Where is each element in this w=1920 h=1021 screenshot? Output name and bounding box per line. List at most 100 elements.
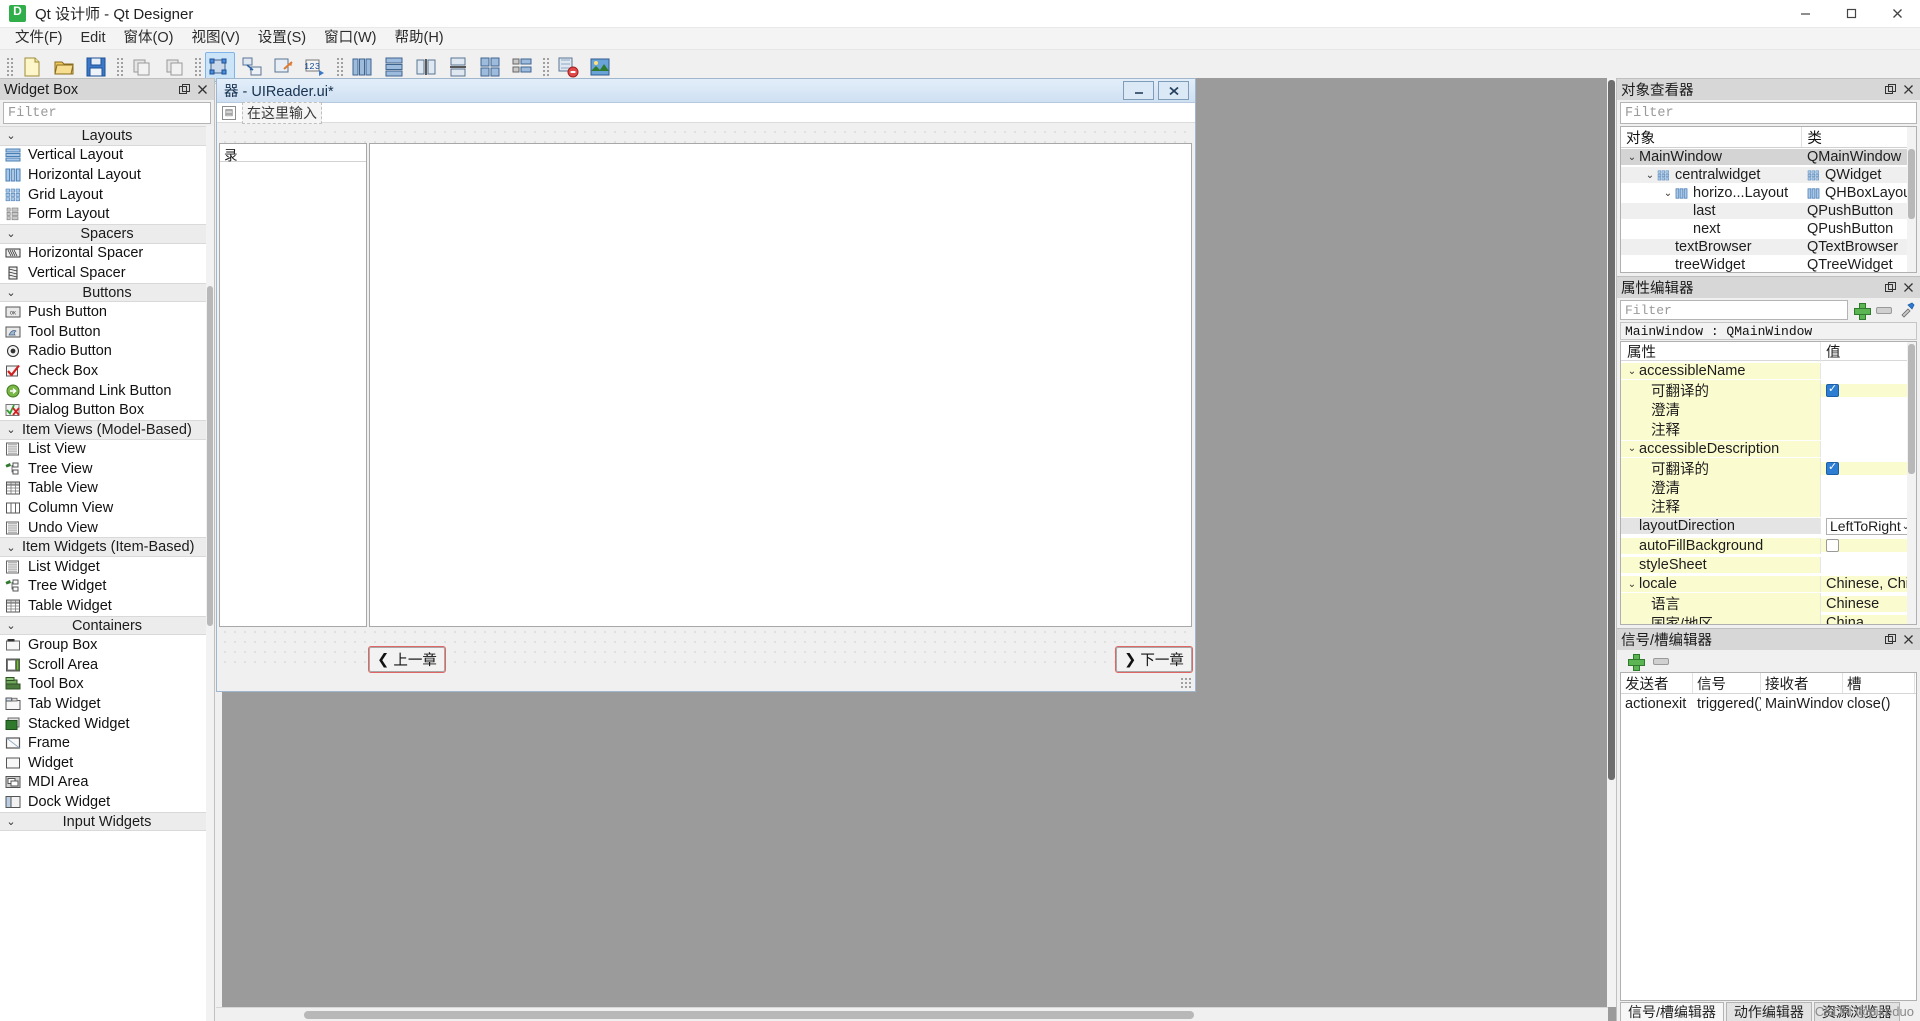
object-inspector-filter-input[interactable]: Filter (1620, 102, 1917, 124)
next-chapter-button[interactable]: ❯ 下一章 (1115, 646, 1193, 673)
remove-icon[interactable] (1874, 300, 1894, 320)
close-icon[interactable] (1900, 280, 1916, 296)
property-row[interactable]: styleSheet (1621, 555, 1916, 574)
layout-horizontally-icon[interactable] (347, 52, 377, 82)
widget-box-group-header[interactable]: ⌄ Spacers (0, 223, 214, 244)
float-icon[interactable] (1882, 280, 1898, 296)
widget-box-item[interactable]: Tab Widget (0, 694, 214, 714)
widget-box-filter-input[interactable]: Filter (3, 102, 211, 124)
bottom-tab[interactable]: 信号/槽编辑器 (1620, 1002, 1724, 1021)
property-checkbox[interactable] (1826, 383, 1839, 397)
add-icon[interactable] (1851, 300, 1871, 320)
widget-box-item[interactable]: Tree Widget (0, 576, 214, 597)
widget-box-item[interactable]: Tool Box (0, 674, 214, 695)
widget-box-group-header[interactable]: ⌄ Input Widgets (0, 811, 214, 832)
object-inspector-tree[interactable]: 对象类 ⌄ MainWindow QMainWindow ⌄ centralwidget… (1620, 126, 1917, 273)
property-row[interactable]: 注释 (1621, 418, 1916, 440)
float-icon[interactable] (1882, 82, 1898, 98)
menu-item-6[interactable]: 窗口(W) (315, 28, 385, 49)
bottom-tab[interactable]: 动作编辑器 (1725, 1002, 1812, 1021)
widget-box-item[interactable]: List Widget (0, 557, 214, 577)
object-inspector-scrollbar[interactable] (1907, 127, 1916, 272)
object-inspector-row[interactable]: textBrowser QTextBrowser (1621, 238, 1916, 256)
property-row[interactable]: 国家/地区 China (1621, 612, 1916, 624)
form-menu-bar[interactable]: ▤ 在这里输入 (217, 101, 1195, 124)
widget-box-item[interactable]: Widget (0, 753, 214, 773)
property-checkbox[interactable] (1826, 539, 1839, 553)
object-inspector-row[interactable]: ⌄ MainWindow QMainWindow (1621, 148, 1916, 166)
widget-box-item[interactable]: Table Widget (0, 596, 214, 616)
menu-item-7[interactable]: 帮助(H) (385, 28, 452, 49)
float-icon[interactable] (176, 82, 192, 98)
property-row[interactable]: ⌄ locale Chinese, China (1621, 575, 1916, 594)
tree-widget-preview[interactable]: 录 (219, 143, 367, 627)
form-resize-grip[interactable] (1180, 677, 1192, 689)
menu-item-3[interactable]: 窗体(O) (115, 28, 183, 49)
object-inspector-column-header[interactable]: 对象 (1621, 127, 1803, 147)
property-row[interactable]: 澄清 (1621, 399, 1916, 421)
widget-box-item[interactable]: Vertical Layout (0, 145, 214, 166)
menu-item-4[interactable]: 视图(V) (182, 28, 248, 49)
widget-box-item[interactable]: Radio Button (0, 341, 214, 362)
object-inspector-column-header[interactable]: 类 (1802, 127, 1916, 147)
toolbar-grip[interactable] (5, 55, 13, 78)
open-form-icon[interactable] (49, 52, 79, 82)
undo-icon[interactable] (127, 52, 157, 82)
widget-box-item[interactable]: MDI Area (0, 772, 214, 793)
widget-box-item[interactable]: Tool Button (0, 321, 214, 342)
adjust-size-icon[interactable] (585, 52, 615, 82)
widget-box-list[interactable]: ⌄ Layouts Vertical Layout Horizontal Layout… (0, 126, 214, 1021)
widget-box-item[interactable]: OK Push Button (0, 302, 214, 322)
property-row[interactable]: autoFillBackground (1621, 536, 1916, 555)
property-editor-scrollbar[interactable] (1907, 342, 1916, 624)
toolbar-grip[interactable] (541, 55, 549, 78)
redo-icon[interactable] (159, 52, 189, 82)
layout-form-icon[interactable] (507, 52, 537, 82)
signal-slot-column-header[interactable]: 信号 (1693, 673, 1761, 693)
widget-box-item[interactable]: Undo View (0, 517, 214, 538)
edit-widgets-icon[interactable] (205, 51, 235, 82)
widget-box-item[interactable]: Check Box (0, 361, 214, 381)
widget-box-group-header[interactable]: ⌄ Item Widgets (Item-Based) (0, 537, 214, 558)
widget-box-item[interactable]: Horizontal Layout (0, 165, 214, 185)
widget-box-item[interactable]: Command Link Button (0, 380, 214, 401)
signal-slot-column-header[interactable]: 槽 (1843, 673, 1915, 693)
property-row[interactable]: layoutDirection LeftToRight ⌄ (1621, 517, 1916, 536)
layout-grid-icon[interactable] (475, 52, 505, 82)
widget-box-item[interactable]: Vertical Spacer (0, 263, 214, 283)
configure-icon[interactable] (1897, 300, 1917, 320)
property-editor-table[interactable]: 属性 值 ⌄accessibleName可翻译的澄清注释⌄accessibleD… (1620, 341, 1917, 625)
property-editor-filter-input[interactable]: Filter (1620, 300, 1848, 320)
object-inspector-row[interactable]: ⌄ centralwidget QWidget (1621, 166, 1916, 184)
layout-splitter-horizontal-icon[interactable] (411, 52, 441, 82)
menu-item-5[interactable]: 设置(S) (249, 28, 315, 49)
chevron-down-icon[interactable]: ⌄ (1625, 366, 1639, 377)
edit-tab-order-icon[interactable]: 123 (301, 52, 331, 82)
widget-box-item[interactable]: Dialog Button Box (0, 400, 214, 420)
widget-box-item[interactable]: Frame (0, 733, 214, 753)
toolbar-grip[interactable] (193, 55, 201, 78)
close-icon[interactable] (1900, 632, 1916, 648)
widget-box-item[interactable]: Group Box (0, 635, 214, 656)
widget-box-item[interactable]: Grid Layout (0, 184, 214, 205)
close-icon[interactable] (1900, 82, 1916, 98)
widget-box-item[interactable]: Column View (0, 498, 214, 518)
signal-slot-table[interactable]: 发送者 信号 接收者槽 actionexit triggered() MainWindo… (1620, 672, 1917, 1001)
property-row[interactable]: 可翻译的 (1621, 379, 1916, 401)
chevron-down-icon[interactable]: ⌄ (1625, 443, 1639, 454)
widget-box-item[interactable]: Form Layout (0, 204, 214, 224)
edit-signals-slots-icon[interactable] (237, 52, 267, 82)
chevron-down-icon[interactable]: ⌄ (1661, 188, 1675, 199)
object-inspector-row[interactable]: last QPushButton (1621, 202, 1916, 220)
widget-box-item[interactable]: List View (0, 439, 214, 460)
widget-box-item[interactable]: Scroll Area (0, 655, 214, 675)
workspace-vertical-scrollbar[interactable] (1607, 78, 1616, 1007)
toolbar-grip[interactable] (335, 55, 343, 78)
property-checkbox[interactable] (1826, 461, 1839, 475)
property-row[interactable]: 语言 Chinese (1621, 593, 1916, 615)
property-row[interactable]: 注释 (1621, 496, 1916, 518)
property-row[interactable]: ⌄ accessibleDescription (1621, 439, 1916, 458)
save-form-icon[interactable] (81, 52, 111, 82)
close-icon[interactable] (1158, 81, 1189, 100)
object-inspector-row[interactable]: ⌄ horizo...Layout QHBoxLayout (1621, 184, 1916, 202)
